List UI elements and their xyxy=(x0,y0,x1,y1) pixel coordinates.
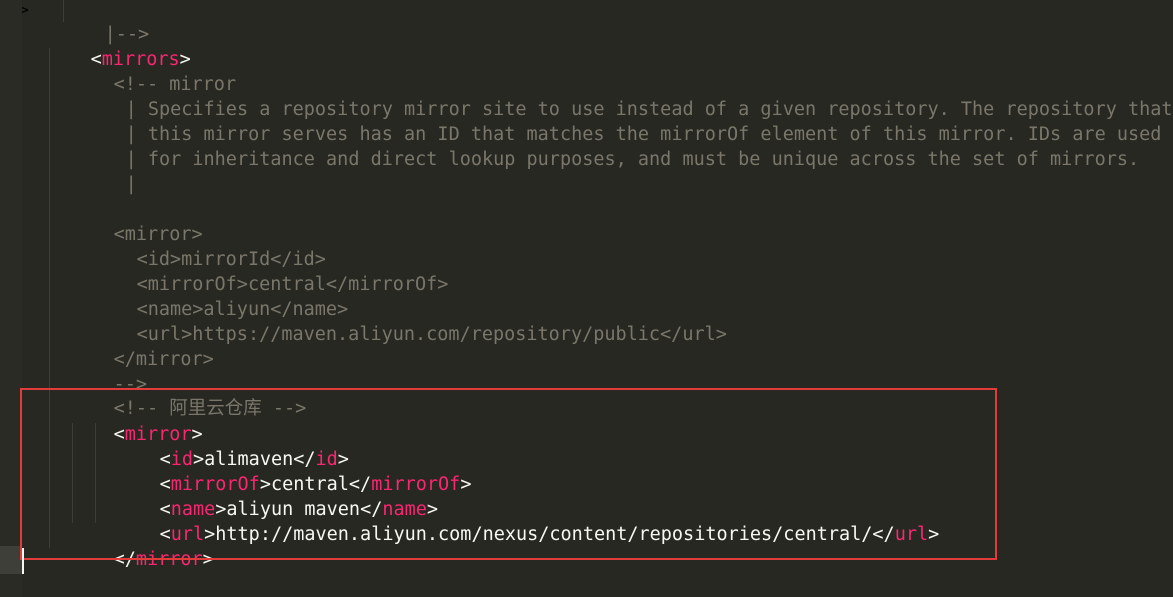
comment-text: <url>https://maven.aliyun.com/repository… xyxy=(136,324,727,345)
code-editor[interactable]: --> |--> <mirrors> <!-- mirror | Specifi… xyxy=(0,0,1173,597)
text-cursor xyxy=(22,548,24,574)
code-line: | for inheritance and direct lookup purp… xyxy=(81,122,1140,170)
comment-text: | xyxy=(125,174,137,195)
code-line: | Specifies a repository mirror site to … xyxy=(81,72,1173,120)
code-line: | xyxy=(81,147,137,195)
code-line: <mirror> xyxy=(69,197,203,245)
code-line: <!-- mirror xyxy=(69,47,237,95)
code-line: <url>https://maven.aliyun.com/repository… xyxy=(92,297,727,345)
comment-text: | for inheritance and direct lookup purp… xyxy=(125,149,1140,170)
code-line: --> xyxy=(69,347,147,395)
code-line: <mirrors> xyxy=(46,22,191,70)
highlight-annotation-box xyxy=(20,388,997,560)
code-line: <id>mirrorId</id> xyxy=(92,222,326,270)
code-line: <name>aliyun</name> xyxy=(92,272,349,320)
code-line: | this mirror serves has an ID that matc… xyxy=(81,97,1162,145)
code-line: <mirrorOf>central</mirrorOf> xyxy=(92,247,449,295)
code-line: </mirror> xyxy=(69,322,214,370)
code-line: |--> xyxy=(60,0,150,45)
current-line-marker xyxy=(0,546,22,574)
line-gutter xyxy=(0,0,22,597)
